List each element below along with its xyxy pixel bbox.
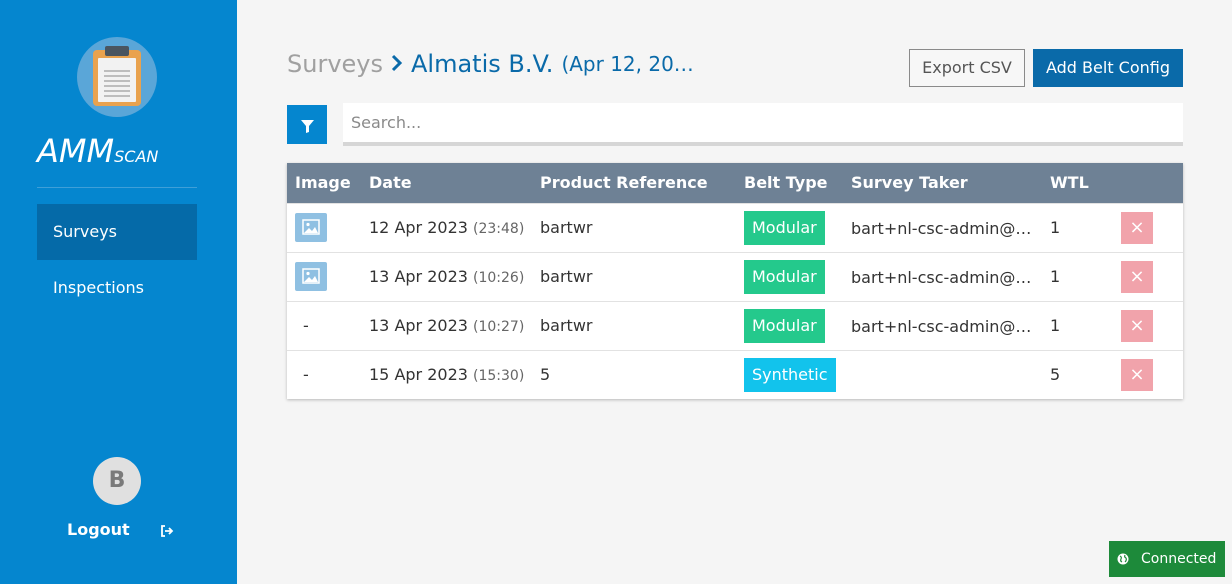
survey-taker-cell: bart+nl-csc-admin@…: [843, 301, 1042, 350]
column-header-date[interactable]: Date: [361, 163, 532, 203]
delete-button[interactable]: ×: [1121, 260, 1153, 293]
sidebar-item-inspections[interactable]: Inspections: [37, 260, 197, 316]
product-reference-cell: bartwr: [540, 267, 593, 286]
date-cell: 13 Apr 2023 (10:27): [361, 301, 532, 350]
chevron-right-icon: [391, 50, 403, 78]
product-reference-cell: bartwr: [540, 218, 593, 237]
wtl-cell: 1: [1050, 218, 1061, 237]
connection-status-badge: Connected: [1109, 541, 1225, 577]
globe-icon: [1117, 553, 1129, 565]
column-header-image[interactable]: Image: [287, 163, 361, 203]
date-cell: 13 Apr 2023 (10:26): [361, 252, 532, 301]
survey-taker-cell: [843, 350, 1042, 399]
delete-button[interactable]: ×: [1121, 309, 1153, 342]
image-cell: [287, 252, 361, 301]
survey-taker-value: bart+nl-csc-admin@…: [851, 218, 1032, 238]
survey-taker-value: bart+nl-csc-admin@…: [851, 316, 1032, 336]
column-header-belt-type[interactable]: Belt Type: [736, 163, 843, 203]
actions-cell: ×: [1113, 252, 1183, 301]
belt-type-cell: Modular: [736, 203, 843, 252]
date-value: 13 Apr 2023: [369, 316, 468, 335]
connection-status-label: Connected: [1141, 551, 1217, 567]
time-value: (23:48): [473, 221, 525, 237]
belt-type-badge: Modular: [744, 210, 825, 245]
product-reference-cell: 5: [540, 365, 551, 385]
date-value: 15 Apr 2023: [369, 365, 468, 385]
date-cell: 12 Apr 2023 (23:48): [361, 203, 532, 252]
table-row[interactable]: - 15 Apr 2023 (15:30) 5 Synthetic 5 ×: [287, 350, 1183, 399]
actions-cell: ×: [1113, 203, 1183, 252]
column-header-survey-taker[interactable]: Survey Taker: [843, 163, 1042, 203]
sidebar-item-label: Surveys: [53, 222, 117, 241]
date-cell: 15 Apr 2023 (15:30): [361, 350, 532, 399]
brand-name: AMMSCAN: [37, 132, 158, 170]
wtl-cell: 5: [1050, 365, 1061, 385]
belt-type-cell: Modular: [736, 301, 843, 350]
survey-taker-cell: bart+nl-csc-admin@…: [843, 203, 1042, 252]
page-title-date: (Apr 12, 20…: [561, 52, 694, 76]
filter-button[interactable]: [287, 105, 327, 144]
delete-button[interactable]: ×: [1121, 358, 1153, 391]
clipboard-icon: [93, 46, 141, 106]
belt-type-badge: Synthetic: [744, 357, 836, 392]
column-header-product-reference[interactable]: Product Reference: [532, 163, 736, 203]
search-input[interactable]: [343, 103, 1183, 146]
table-row[interactable]: 12 Apr 2023 (23:48) bartwr Modular bart+…: [287, 203, 1183, 252]
survey-taker-value: bart+nl-csc-admin@…: [851, 267, 1032, 287]
time-value: (10:26): [473, 270, 525, 286]
survey-taker-cell: bart+nl-csc-admin@…: [843, 252, 1042, 301]
date-value: 13 Apr 2023: [369, 267, 468, 286]
column-header-actions: [1113, 163, 1183, 203]
page-title: Almatis B.V.: [411, 50, 554, 78]
image-icon[interactable]: [295, 262, 327, 291]
image-cell: -: [303, 316, 309, 335]
belt-type-badge: Modular: [744, 259, 825, 294]
time-value: (15:30): [473, 368, 525, 385]
table-header-row: Image Date Product Reference Belt Type S…: [287, 163, 1183, 203]
table-row[interactable]: - 13 Apr 2023 (10:27) bartwr Modular bar…: [287, 301, 1183, 350]
date-value: 12 Apr 2023: [369, 218, 468, 237]
belt-type-cell: Synthetic: [736, 350, 843, 399]
filter-icon: [301, 118, 314, 137]
image-icon[interactable]: [295, 213, 327, 242]
belt-type-cell: Modular: [736, 252, 843, 301]
belt-type-badge: Modular: [744, 308, 825, 343]
delete-button[interactable]: ×: [1121, 211, 1153, 244]
wtl-cell: 1: [1050, 267, 1061, 286]
breadcrumb: Surveys Almatis B.V. (Apr 12, 20…: [287, 48, 694, 80]
avatar[interactable]: B: [93, 457, 141, 505]
brand-main: AMM: [37, 132, 115, 170]
table-row[interactable]: 13 Apr 2023 (10:26) bartwr Modular bart+…: [287, 252, 1183, 301]
logout-button[interactable]: Logout: [67, 520, 174, 539]
actions-cell: ×: [1113, 301, 1183, 350]
export-csv-button[interactable]: Export CSV: [909, 49, 1025, 87]
actions-cell: ×: [1113, 350, 1183, 399]
sidebar: AMMSCAN Surveys Inspections B Logout: [0, 0, 237, 584]
sidebar-divider: [37, 187, 197, 188]
image-cell: -: [303, 365, 309, 385]
image-cell: [287, 203, 361, 252]
brand-sub: SCAN: [114, 147, 159, 166]
logout-label: Logout: [67, 520, 130, 539]
surveys-table: Image Date Product Reference Belt Type S…: [287, 163, 1183, 399]
breadcrumb-surveys-link[interactable]: Surveys: [287, 50, 383, 78]
logo: [77, 37, 157, 117]
sign-out-icon: [160, 523, 174, 537]
time-value: (10:27): [473, 319, 525, 335]
column-header-wtl[interactable]: WTL: [1042, 163, 1113, 203]
add-belt-config-button[interactable]: Add Belt Config: [1033, 49, 1183, 87]
product-reference-cell: bartwr: [540, 316, 593, 335]
sidebar-item-surveys[interactable]: Surveys: [37, 204, 197, 260]
sidebar-item-label: Inspections: [53, 278, 144, 297]
wtl-cell: 1: [1050, 316, 1061, 335]
